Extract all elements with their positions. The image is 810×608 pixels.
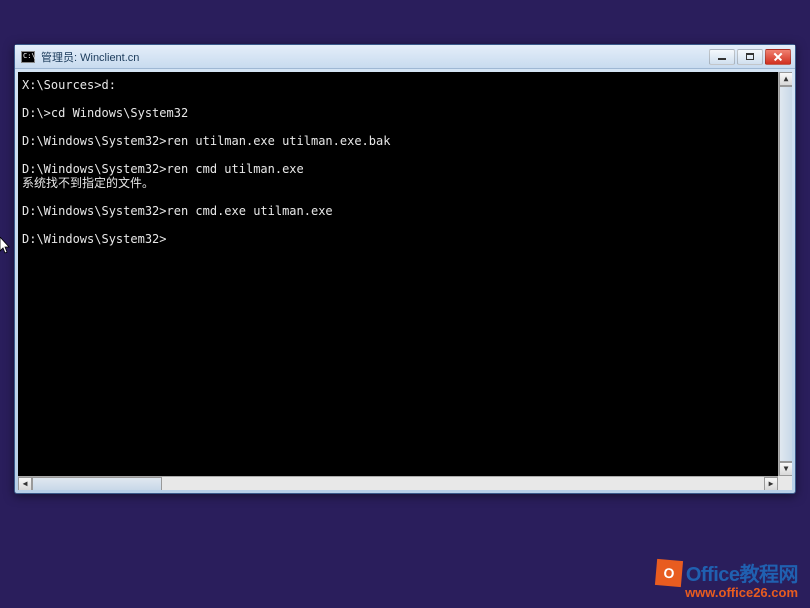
terminal-line: D:\Windows\System32> xyxy=(22,232,788,246)
maximize-icon xyxy=(746,53,754,60)
scroll-left-button[interactable]: ◀ xyxy=(18,477,32,490)
maximize-button[interactable] xyxy=(737,49,763,65)
window-title: 管理员: Winclient.cn xyxy=(41,49,709,65)
terminal-line xyxy=(22,218,788,232)
terminal-line xyxy=(22,190,788,204)
horizontal-scrollbar[interactable]: ◀ ▶ xyxy=(18,476,778,490)
window-controls xyxy=(709,49,791,65)
close-icon xyxy=(773,52,783,62)
office-logo-icon: O xyxy=(655,558,683,586)
watermark-url: www.office26.com xyxy=(656,585,798,600)
terminal-line: D:\>cd Windows\System32 xyxy=(22,106,788,120)
terminal-line: D:\Windows\System32>ren cmd utilman.exe xyxy=(22,162,788,176)
minimize-button[interactable] xyxy=(709,49,735,65)
window-titlebar[interactable]: C:\ 管理员: Winclient.cn xyxy=(15,45,795,69)
mouse-cursor-icon xyxy=(0,237,12,255)
scroll-up-button[interactable]: ▲ xyxy=(779,72,792,86)
terminal-line xyxy=(22,148,788,162)
terminal-line: D:\Windows\System32>ren utilman.exe util… xyxy=(22,134,788,148)
cmd-icon: C:\ xyxy=(21,51,35,63)
terminal-line xyxy=(22,120,788,134)
terminal-line: X:\Sources>d: xyxy=(22,78,788,92)
vertical-scrollbar[interactable]: ▲ ▼ xyxy=(778,72,792,476)
terminal-line: D:\Windows\System32>ren cmd.exe utilman.… xyxy=(22,204,788,218)
scroll-down-button[interactable]: ▼ xyxy=(779,462,792,476)
scroll-thumb-vertical[interactable] xyxy=(779,86,792,462)
scroll-thumb-horizontal[interactable] xyxy=(32,477,162,490)
terminal-line: 系统找不到指定的文件。 xyxy=(22,176,788,190)
close-button[interactable] xyxy=(765,49,791,65)
minimize-icon xyxy=(718,58,726,60)
watermark: O Office教程网 www.office26.com xyxy=(656,558,798,600)
watermark-brand: Office教程网 xyxy=(686,558,798,587)
terminal-line xyxy=(22,92,788,106)
terminal-output[interactable]: X:\Sources>d: D:\>cd Windows\System32 D:… xyxy=(18,72,792,490)
command-prompt-window: C:\ 管理员: Winclient.cn X:\Sources>d: D:\>… xyxy=(14,44,796,494)
scroll-corner xyxy=(778,476,792,490)
scroll-right-button[interactable]: ▶ xyxy=(764,477,778,490)
